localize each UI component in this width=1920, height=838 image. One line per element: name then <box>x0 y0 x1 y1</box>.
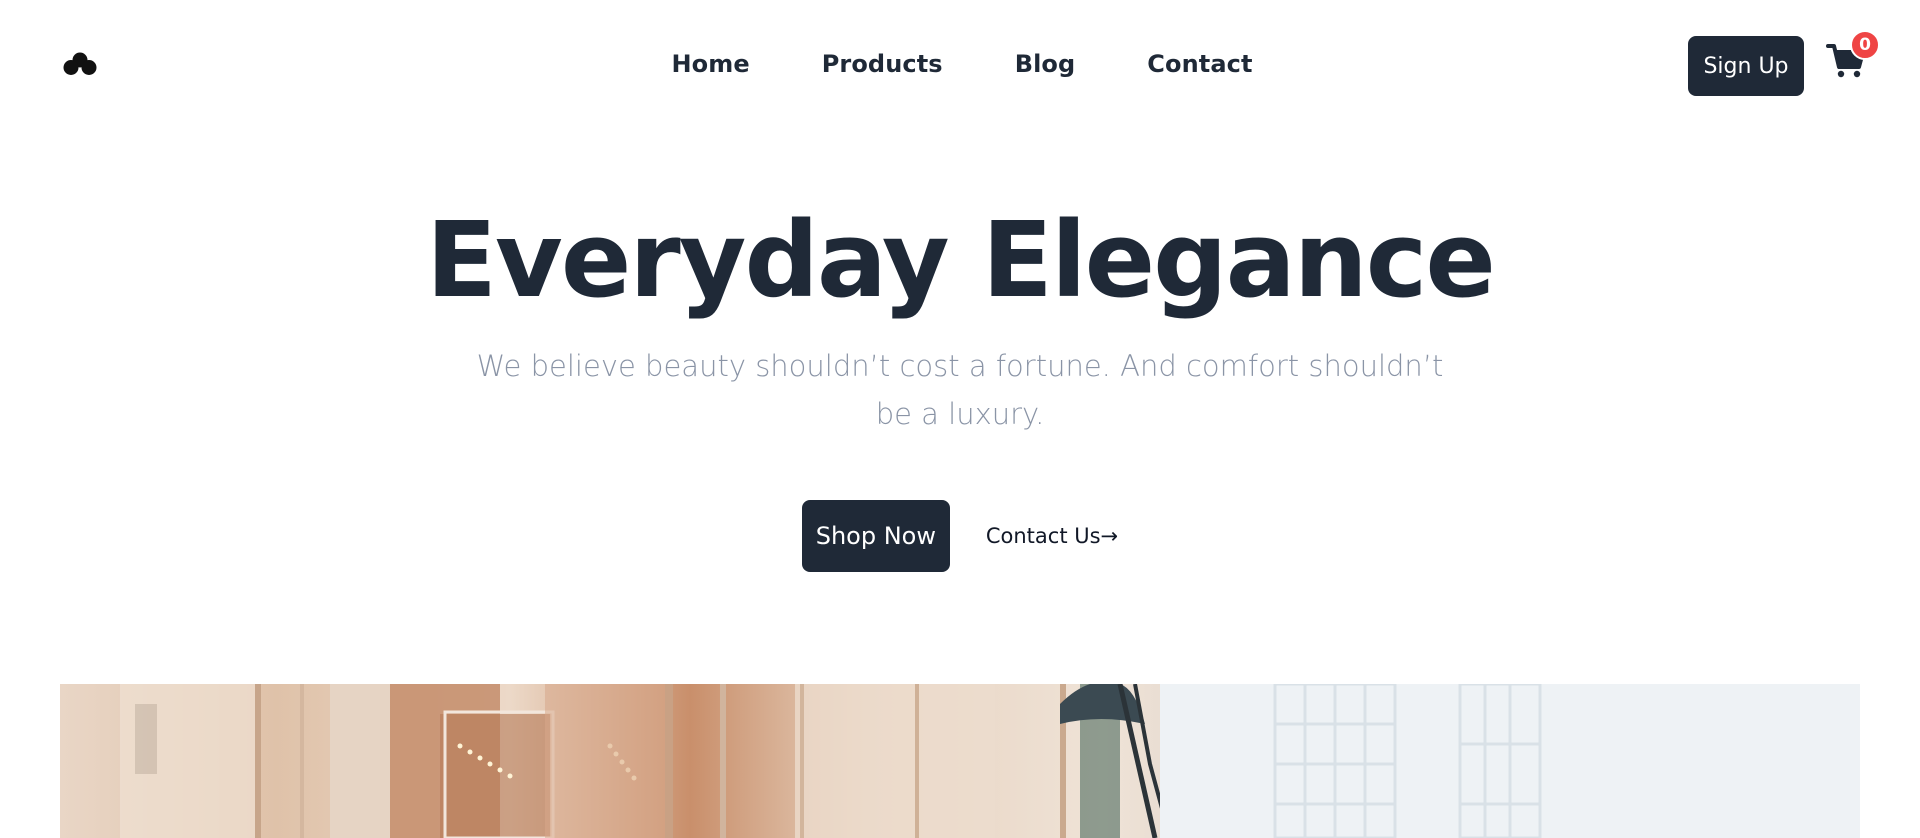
hero-actions: Shop Now Contact Us→ <box>0 500 1920 572</box>
nav-link-home[interactable]: Home <box>671 50 749 78</box>
shop-now-button[interactable]: Shop Now <box>801 500 950 572</box>
nav-link-contact[interactable]: Contact <box>1147 50 1252 78</box>
sign-up-button[interactable]: Sign Up <box>1688 36 1804 96</box>
hero-image <box>60 684 1860 838</box>
hero-section: Everyday Elegance We believe beauty shou… <box>0 200 1920 572</box>
hero-title: Everyday Elegance <box>426 199 1496 321</box>
nav-link-products[interactable]: Products <box>822 50 943 78</box>
cart-count-badge: 0 <box>1850 30 1880 60</box>
contact-us-link[interactable]: Contact Us→ <box>986 524 1118 548</box>
nav-link-blog[interactable]: Blog <box>1015 50 1076 78</box>
main-nav: Home Products Blog Contact <box>0 50 1920 78</box>
site-header: Home Products Blog Contact Sign Up 0 <box>0 0 1920 130</box>
cart-button[interactable]: 0 <box>1826 30 1882 86</box>
hero-subtitle: We believe beauty shouldn’t cost a fortu… <box>476 349 1444 431</box>
